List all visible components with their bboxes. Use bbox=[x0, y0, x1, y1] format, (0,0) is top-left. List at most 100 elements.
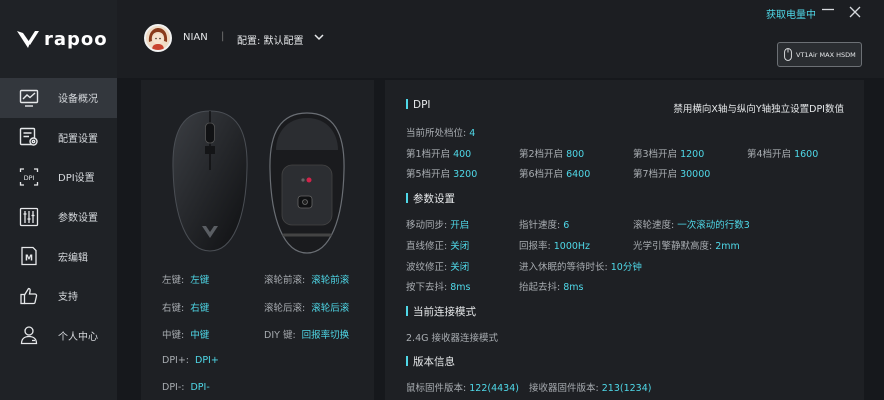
param-angle-snap: 直线修正: 关闭 bbox=[406, 238, 469, 252]
dpi-level-5: 第5档开启 3200 bbox=[406, 166, 477, 180]
dpi-section-title: DPI bbox=[406, 99, 431, 111]
field-value: 1200 bbox=[680, 149, 705, 160]
section-title-text: 参数设置 bbox=[413, 193, 455, 205]
key-label: DPI-: bbox=[162, 382, 185, 393]
field-label: 指针速度: bbox=[519, 220, 561, 231]
sidebar-item-params[interactable]: 参数设置 bbox=[0, 197, 117, 237]
param-pointer-speed: 指针速度: 6 bbox=[519, 217, 569, 231]
key-label: DIY 键: bbox=[264, 330, 296, 341]
key-mapping-wheel-back[interactable]: 滚轮后滚: 滚轮后滚 bbox=[264, 300, 349, 314]
rapoo-logo-icon bbox=[17, 31, 39, 48]
connection-section-title: 当前连接模式 bbox=[406, 304, 476, 319]
dpi-level-4: 第4档开启 1600 bbox=[747, 146, 818, 160]
key-mapping-dpi-plus[interactable]: DPI+: DPI+ bbox=[162, 355, 219, 366]
key-label: 滚轮后滚: bbox=[264, 303, 306, 314]
key-label: 右键: bbox=[162, 303, 185, 314]
dpi-level-1: 第1档开启 400 bbox=[406, 146, 471, 160]
mouse-firmware-version: 鼠标固件版本: 122(4434) bbox=[406, 380, 519, 394]
field-label: 回报率: bbox=[519, 241, 551, 252]
field-value: 400 bbox=[453, 149, 472, 160]
sidebar-item-support[interactable]: 支持 bbox=[0, 276, 117, 316]
svg-text:M: M bbox=[25, 254, 33, 263]
config-gear-icon bbox=[19, 128, 38, 147]
field-value: 8ms bbox=[450, 282, 471, 293]
key-label: DPI+: bbox=[162, 355, 190, 366]
user-icon bbox=[20, 326, 38, 345]
field-label: 第3档开启 bbox=[633, 149, 678, 160]
param-move-sync: 移动同步: 开启 bbox=[406, 217, 469, 231]
logo-text: rapoo bbox=[44, 28, 108, 50]
section-title-text: DPI bbox=[413, 99, 431, 111]
device-name: VT1Air MAX HSDM bbox=[796, 50, 856, 59]
sidebar-item-label: 设备概况 bbox=[58, 94, 98, 106]
device-selector[interactable]: VT1Air MAX HSDM bbox=[777, 42, 862, 67]
monitor-chart-icon bbox=[19, 89, 39, 107]
field-label: 第1档开启 bbox=[406, 149, 451, 160]
sidebar-item-label: 支持 bbox=[58, 292, 78, 304]
section-marker bbox=[406, 99, 408, 109]
field-value: 122(4434) bbox=[469, 383, 519, 394]
avatar[interactable] bbox=[144, 24, 172, 52]
param-ripple-control: 波纹修正: 关闭 bbox=[406, 259, 469, 273]
sidebar-item-overview[interactable]: 设备概况 bbox=[0, 78, 117, 118]
field-value: 30000 bbox=[680, 169, 711, 180]
key-label: 滚轮前滚: bbox=[264, 275, 306, 286]
key-mapping-middle[interactable]: 中键: 中键 bbox=[162, 327, 209, 341]
field-label: 第5档开启 bbox=[406, 169, 451, 180]
sidebar-item-config[interactable]: 配置设置 bbox=[0, 118, 117, 158]
param-press-debounce: 按下去抖: 8ms bbox=[406, 279, 470, 293]
key-mapping-right[interactable]: 右键: 右键 bbox=[162, 300, 209, 314]
dpi-level-6: 第6档开启 6400 bbox=[519, 166, 590, 180]
field-label: 当前所处档位: bbox=[406, 128, 467, 139]
key-mapping-wheel-forward[interactable]: 滚轮前滚: 滚轮前滚 bbox=[264, 272, 349, 286]
section-marker bbox=[406, 356, 408, 366]
sidebar-item-label: 配置设置 bbox=[58, 133, 98, 145]
field-label: 接收器固件版本: bbox=[529, 383, 599, 394]
sidebar-nav: 设备概况 配置设置 DPI DPI设置 参数设置 M 宏编辑 支持 个人中心 bbox=[0, 78, 117, 355]
field-label: 直线修正: bbox=[406, 241, 448, 252]
params-section-title: 参数设置 bbox=[406, 191, 455, 206]
battery-status-link[interactable]: 获取电量中 bbox=[766, 6, 816, 21]
sidebar-item-label: DPI设置 bbox=[58, 173, 95, 185]
key-value: DPI- bbox=[190, 382, 210, 393]
chevron-down-icon[interactable] bbox=[312, 30, 326, 44]
field-label: 移动同步: bbox=[406, 220, 448, 231]
field-value: 213(1234) bbox=[601, 383, 652, 394]
param-release-debounce: 抬起去抖: 8ms bbox=[519, 279, 583, 293]
param-sleep-timeout: 进入休眠的等待时长: 10分钟 bbox=[519, 259, 642, 273]
field-label: 抬起去抖: bbox=[519, 282, 561, 293]
avatar-image bbox=[146, 26, 170, 50]
field-label: 第4档开启 bbox=[747, 149, 792, 160]
section-title-text: 当前连接模式 bbox=[413, 306, 476, 318]
sidebar: rapoo 设备概况 配置设置 DPI DPI设置 参数设置 M 宏编辑 支持 … bbox=[0, 0, 117, 400]
field-value: 6400 bbox=[566, 169, 591, 180]
config-selector-label[interactable]: 配置: 默认配置 bbox=[237, 32, 304, 47]
dpi-current-level: 当前所处档位: 4 bbox=[406, 125, 475, 139]
sidebar-item-profile[interactable]: 个人中心 bbox=[0, 316, 117, 356]
field-value: 开启 bbox=[450, 220, 470, 231]
key-value: 中键 bbox=[190, 330, 210, 341]
key-mapping-dpi-minus[interactable]: DPI-: DPI- bbox=[162, 382, 210, 393]
sliders-icon bbox=[19, 207, 39, 226]
user-name[interactable]: NIAN bbox=[183, 32, 208, 43]
field-value: 1000Hz bbox=[553, 241, 591, 252]
key-label: 左键: bbox=[162, 275, 185, 286]
field-value: 10分钟 bbox=[610, 262, 642, 273]
receiver-firmware-version: 接收器固件版本: 213(1234) bbox=[529, 380, 651, 394]
header: NIAN | 配置: 默认配置 获取电量中 VT1Air MAX HSDM bbox=[117, 0, 884, 78]
close-icon[interactable] bbox=[848, 5, 862, 19]
key-value: 滚轮前滚 bbox=[311, 275, 350, 286]
sidebar-item-dpi[interactable]: DPI DPI设置 bbox=[0, 157, 117, 197]
sidebar-item-macro[interactable]: M 宏编辑 bbox=[0, 236, 117, 276]
param-scroll-speed: 滚轮速度: 一次滚动的行数3 bbox=[633, 217, 750, 231]
key-mapping-left[interactable]: 左键: 左键 bbox=[162, 272, 209, 286]
param-polling-rate: 回报率: 1000Hz bbox=[519, 238, 590, 252]
minimize-icon[interactable] bbox=[821, 0, 835, 20]
field-label: 第7档开启 bbox=[633, 169, 678, 180]
field-value: 1600 bbox=[794, 149, 819, 160]
mouse-overview-panel: 左键: 左键 滚轮前滚: 滚轮前滚 右键: 右键 滚轮后滚: 滚轮后滚 中键: 中键 DI… bbox=[141, 80, 374, 400]
key-label: 中键: bbox=[162, 330, 185, 341]
mouse-top-image bbox=[172, 110, 248, 252]
rapoo-logo: rapoo bbox=[16, 28, 108, 50]
key-mapping-diy[interactable]: DIY 键: 回报率切换 bbox=[264, 327, 349, 341]
